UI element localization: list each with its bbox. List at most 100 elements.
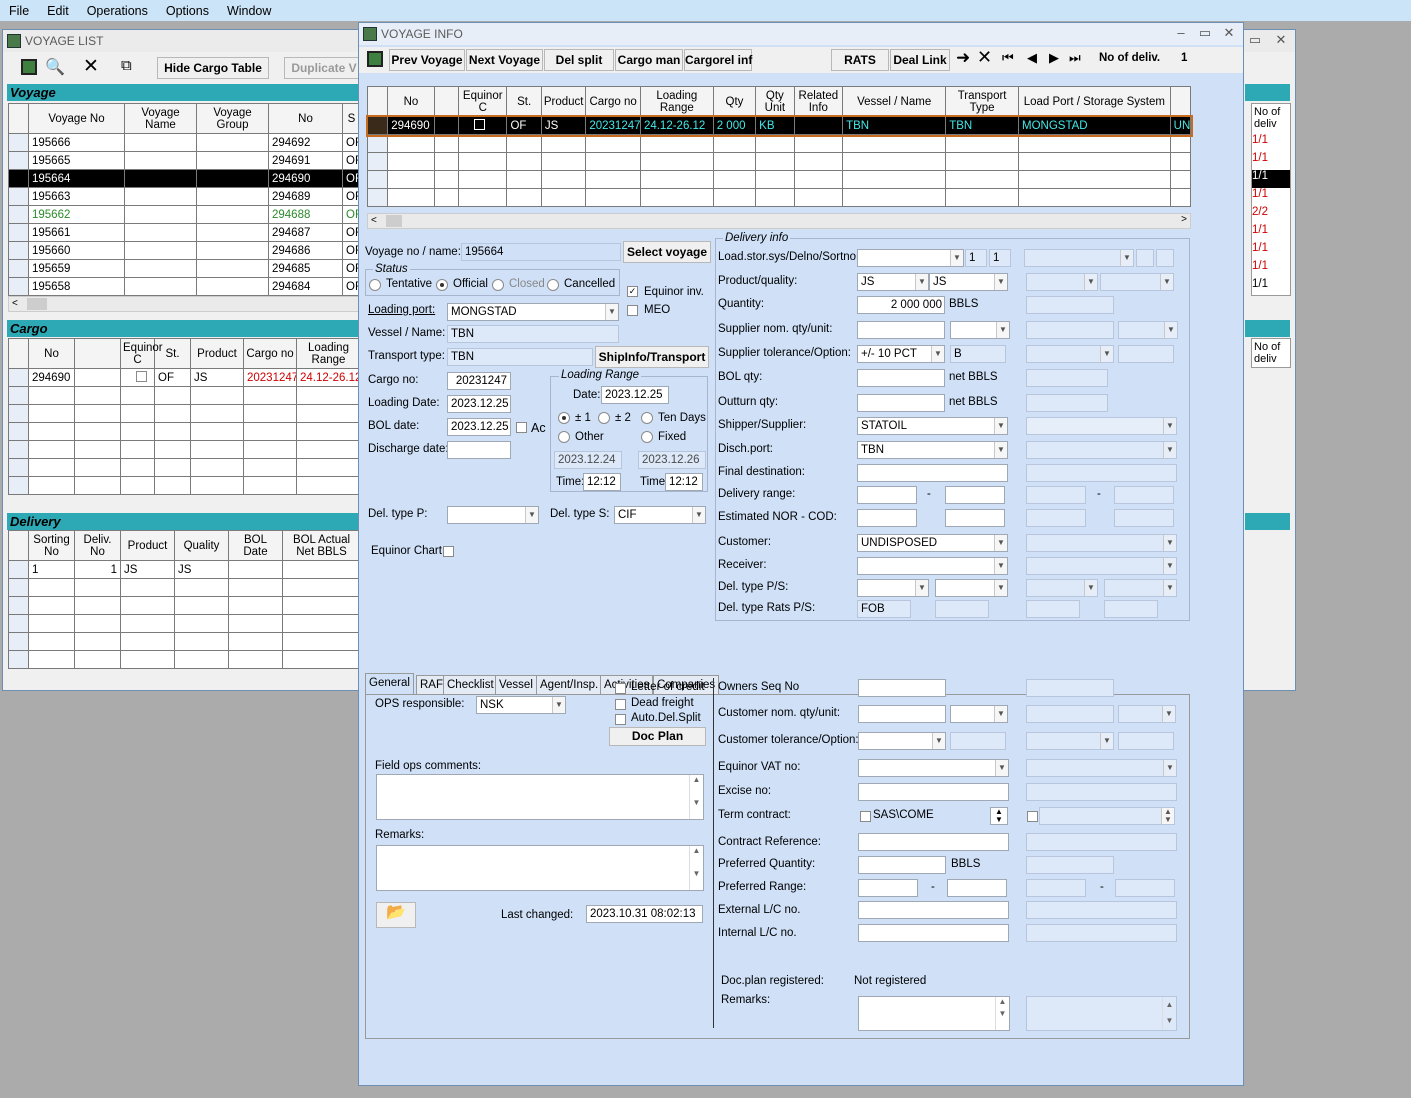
quantity-field[interactable]: 2 000 000 — [857, 296, 945, 314]
col-bol-actual[interactable]: BOL Actual Net BBLS — [282, 530, 361, 561]
equinor-checkbox[interactable] — [136, 370, 147, 382]
equinor-chart-checkbox[interactable] — [443, 546, 454, 557]
del-type-s-select-2[interactable]: ▼ — [935, 579, 1008, 597]
col-no[interactable]: No — [387, 86, 435, 117]
cancel-icon[interactable]: ✕ — [977, 47, 992, 68]
folder-button[interactable]: 📂 — [376, 902, 416, 928]
remarks-textarea[interactable]: ▲ ▼ — [376, 845, 704, 891]
table-row[interactable]: 195658 294684 OF — [8, 277, 361, 296]
hide-cargo-table-button[interactable]: Hide Cargo Table — [157, 57, 269, 79]
select-voyage-button[interactable]: Select voyage — [623, 241, 711, 263]
supplier-unit-select[interactable]: ▼ — [950, 321, 1010, 339]
minimize-icon[interactable]: – — [1171, 25, 1191, 40]
del-type-p-select[interactable]: ▼ — [447, 506, 539, 524]
maximize-icon[interactable]: ▭ — [1195, 25, 1215, 41]
col-bol-date[interactable]: BOL Date — [228, 530, 283, 561]
del-type-p-select-2[interactable]: ▼ — [857, 579, 929, 597]
outturn-field[interactable] — [857, 394, 945, 412]
dead-freight-checkbox[interactable] — [615, 699, 626, 710]
grid-horizontal-scrollbar[interactable]: < > — [367, 213, 1191, 229]
col-loading-range[interactable]: Loading Range — [639, 86, 714, 117]
next-voyage-button[interactable]: Next Voyage — [466, 49, 543, 71]
delete-icon[interactable]: ✕ — [83, 55, 99, 78]
nor-field[interactable] — [857, 509, 917, 527]
term-contract-checkbox-2[interactable] — [1027, 811, 1038, 822]
col-cargo-no[interactable]: Cargo no — [585, 86, 641, 117]
col-transport-type[interactable]: Transport Type — [945, 86, 1019, 117]
menu-file[interactable]: File — [0, 4, 38, 18]
col-cargo-no[interactable]: Cargo no — [243, 338, 297, 369]
menu-edit[interactable]: Edit — [38, 4, 78, 18]
pref-range-to[interactable] — [947, 879, 1007, 897]
menu-options[interactable]: Options — [157, 4, 218, 18]
auto-del-split-checkbox[interactable] — [615, 714, 626, 725]
table-row[interactable]: 195666 294692 OF — [8, 133, 361, 152]
scrollbar-vertical[interactable]: ▲ ▼ — [689, 846, 703, 890]
ops-responsible-select[interactable]: NSK ▼ — [476, 696, 566, 714]
loading-port-select[interactable]: MONGSTAD ▼ — [447, 303, 619, 321]
load-stor-select[interactable]: ▼ — [857, 249, 964, 267]
col-qty-unit[interactable]: Qty Unit — [755, 86, 795, 117]
status-closed-radio[interactable] — [492, 279, 504, 291]
supplier-nom-field[interactable] — [857, 321, 945, 339]
table-row[interactable]: 195659 294685 OF — [8, 259, 361, 278]
table-row[interactable]: 195662 294688 OF — [8, 205, 361, 224]
term-contract-spin[interactable]: ▲ ▼ — [990, 807, 1008, 825]
prev-record-icon[interactable]: ◀ — [1027, 50, 1037, 66]
owners-seq-field[interactable] — [858, 679, 946, 697]
col-quality[interactable]: Quality — [174, 530, 229, 561]
col-product[interactable]: Product — [190, 338, 244, 369]
loading-date-field[interactable]: 2023.12.25 — [447, 395, 511, 413]
final-dest-field[interactable] — [857, 464, 1008, 482]
pref-range-from[interactable] — [858, 879, 918, 897]
lr-fixed-radio[interactable] — [641, 431, 653, 443]
contract-ref-field[interactable] — [858, 833, 1009, 851]
col-load-port[interactable]: Load Port / Storage System — [1018, 86, 1171, 117]
scrollbar-vertical[interactable]: ▲ ▼ — [689, 775, 703, 819]
cargo-man-button[interactable]: Cargo man — [615, 49, 683, 71]
status-cancelled-radio[interactable] — [547, 279, 559, 291]
letter-credit-checkbox[interactable] — [615, 683, 626, 694]
table-row[interactable]: 294690 OF JS 20231247 24.12-26.12 2 000 KB TBN T… — [365, 114, 1193, 137]
table-row[interactable]: 195663 294689 OF — [8, 187, 361, 206]
cust-nom-unit[interactable]: ▼ — [950, 705, 1008, 723]
col-voyage-name[interactable]: Voyage Name — [124, 103, 197, 134]
col-qty[interactable]: Qty — [712, 86, 757, 117]
cod-field[interactable] — [945, 509, 1005, 527]
search-icon[interactable]: 🔍 — [45, 57, 65, 77]
supplier-tol-select[interactable]: +/- 10 PCT ▼ — [857, 345, 945, 363]
lr-tendays-radio[interactable] — [641, 412, 653, 424]
cargorel-inf-button[interactable]: Cargorel inf — [684, 49, 752, 71]
int-lc-field[interactable] — [858, 924, 1009, 942]
next-record-icon[interactable]: ▶ — [1049, 50, 1059, 66]
col-deliv-no[interactable]: Deliv. No — [74, 530, 121, 561]
pref-qty-field[interactable] — [858, 856, 946, 874]
field-ops-textarea[interactable]: ▲ ▼ — [376, 774, 704, 820]
col-voyage-no[interactable]: Voyage No — [28, 103, 125, 134]
scrollbar-vertical[interactable]: ▲ ▼ — [995, 997, 1009, 1030]
delivery-range-from[interactable] — [857, 486, 917, 504]
prev-voyage-button[interactable]: Prev Voyage — [389, 49, 465, 71]
equinor-inv-checkbox[interactable]: ✓ — [627, 286, 638, 297]
col-vessel-name[interactable]: Vessel / Name — [842, 86, 947, 117]
time2-field[interactable]: 12:12 — [665, 473, 703, 491]
copy-icon[interactable]: ⧉ — [121, 57, 132, 74]
general-remarks-textarea[interactable]: ▲ ▼ — [858, 996, 1010, 1031]
deal-link-button[interactable]: Deal Link — [890, 49, 950, 71]
ac-checkbox[interactable] — [516, 422, 527, 433]
ext-lc-field[interactable] — [858, 901, 1009, 919]
close-icon[interactable]: ✕ — [1219, 25, 1239, 41]
menu-operations[interactable]: Operations — [78, 4, 157, 18]
table-row[interactable]: 195661 294687 OF — [8, 223, 361, 242]
first-record-icon[interactable]: ⏮ — [1002, 50, 1014, 66]
term-contract-checkbox[interactable] — [860, 811, 871, 822]
delivery-range-to[interactable] — [945, 486, 1005, 504]
horizontal-scrollbar[interactable]: < — [8, 296, 360, 312]
last-record-icon[interactable]: ⏭ — [1069, 50, 1081, 66]
table-row[interactable]: 195660 294686 OF — [8, 241, 361, 260]
rats-button[interactable]: RATS — [831, 49, 889, 71]
table-row[interactable]: 195665 294691 OF — [8, 151, 361, 170]
lr-other-radio[interactable] — [558, 431, 570, 443]
discharge-date-field[interactable] — [447, 441, 511, 459]
col-sorting-no[interactable]: Sorting No — [28, 530, 75, 561]
